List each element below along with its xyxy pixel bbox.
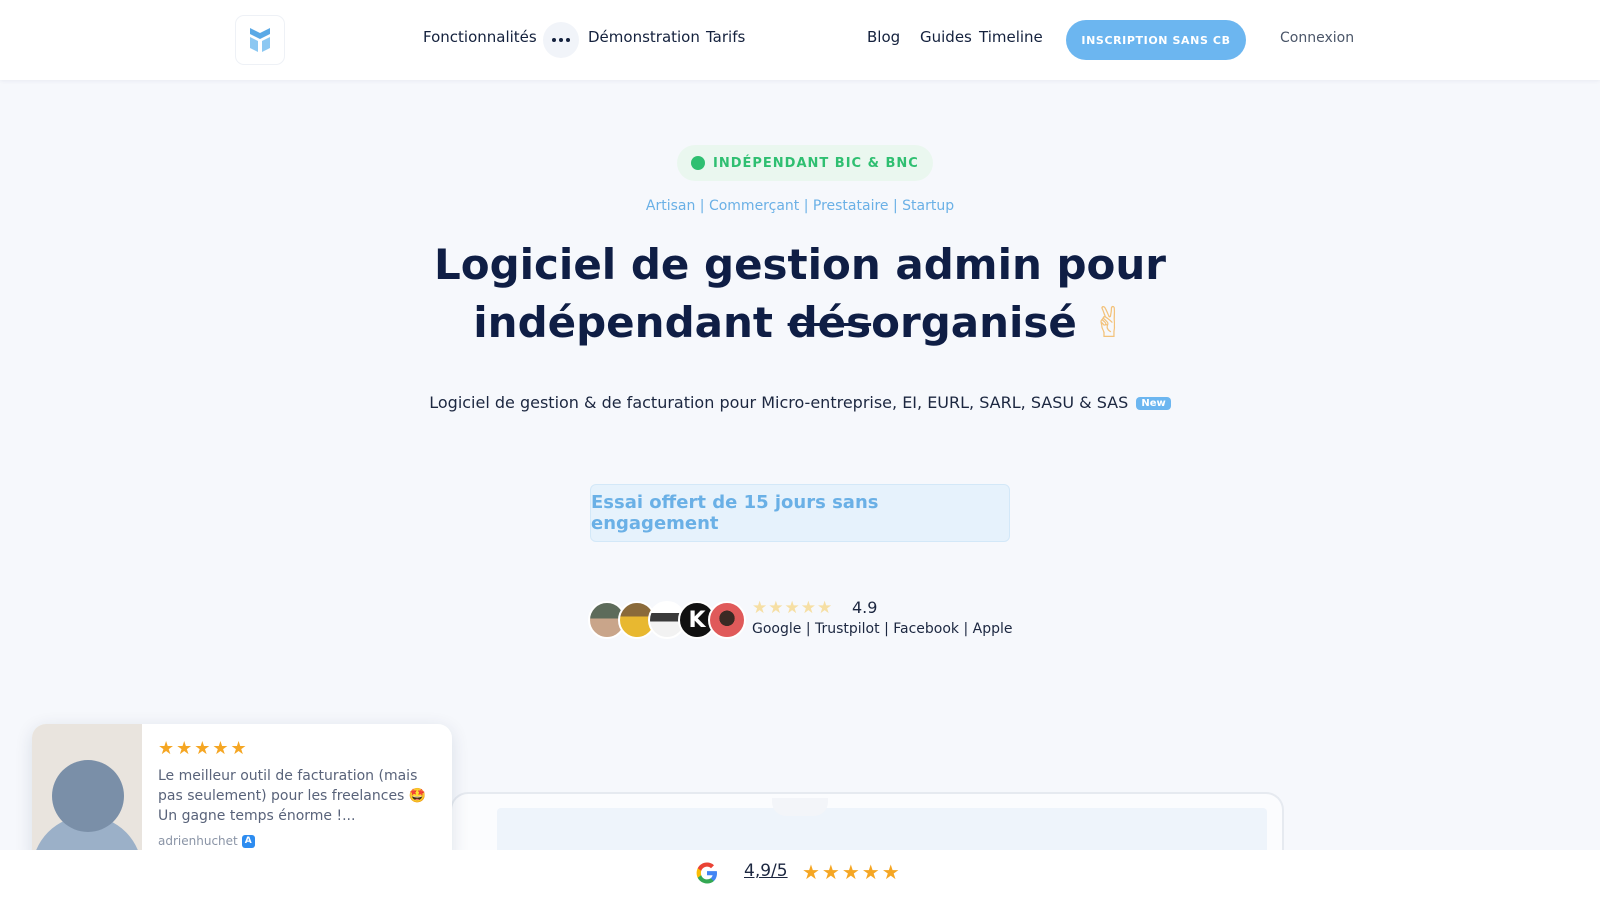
- nav-tarifs[interactable]: Tarifs: [706, 28, 745, 46]
- rating-value: 4.9: [852, 598, 878, 617]
- review-author-name: adrienhuchet: [158, 834, 238, 848]
- logo-icon: [250, 28, 270, 52]
- rating-stars-icon: ★★★★★: [752, 598, 834, 618]
- top-navbar: Fonctionnalités Démonstration Tarifs Blo…: [0, 0, 1600, 80]
- google-icon: [696, 862, 717, 884]
- dot-icon: [559, 38, 563, 42]
- nav-fonctionnalites[interactable]: Fonctionnalités: [423, 28, 537, 46]
- subtitle-text: Logiciel de gestion & de facturation pou…: [429, 393, 1129, 412]
- reviewer-head-shape: [52, 760, 124, 832]
- review-stars-icon: ★★★★★: [158, 738, 249, 759]
- avatar: [708, 601, 746, 639]
- avatar-letter: K: [688, 607, 706, 633]
- logo[interactable]: [236, 16, 284, 64]
- dot-icon: [566, 38, 570, 42]
- rating-sources: Google | Trustpilot | Facebook | Apple: [752, 621, 1013, 637]
- nav-blog[interactable]: Blog: [867, 28, 900, 46]
- title-line-2-prefix: indépendant: [473, 298, 788, 347]
- review-text: Le meilleur outil de facturation (mais p…: [158, 768, 427, 824]
- mockup-notch: [772, 798, 828, 816]
- google-score-link[interactable]: 4,9/5: [744, 861, 788, 881]
- google-stars-icon: ★★★★★: [802, 860, 902, 884]
- nav-guides[interactable]: Guides: [920, 28, 972, 46]
- reviewer-photo: [32, 724, 142, 868]
- login-link[interactable]: Connexion: [1280, 30, 1354, 46]
- signup-button[interactable]: INSCRIPTION SANS CB: [1066, 20, 1246, 60]
- audience-badge: INDÉPENDANT BIC & BNC: [677, 145, 933, 181]
- free-trial-button[interactable]: Essai offert de 15 jours sans engagement: [590, 484, 1010, 542]
- title-strikethrough: dés: [787, 298, 872, 347]
- review-card[interactable]: ★★★★★ Le meilleur outil de facturation (…: [32, 724, 452, 868]
- app-store-icon: A: [241, 834, 255, 848]
- page-title: Logiciel de gestion admin pour indépenda…: [0, 236, 1600, 352]
- new-badge: New: [1136, 397, 1171, 410]
- badge-label: INDÉPENDANT BIC & BNC: [713, 155, 919, 171]
- title-line-1: Logiciel de gestion admin pour: [433, 240, 1167, 289]
- victory-hand-icon: ✌: [1091, 298, 1127, 347]
- title-line-2-suffix: organisé: [871, 298, 1077, 347]
- subtitle: Logiciel de gestion & de facturation pou…: [0, 393, 1600, 412]
- status-dot-icon: [691, 156, 705, 170]
- review-author: adrienhuchet A: [158, 834, 255, 848]
- bottom-rating-bar: [0, 850, 1600, 900]
- dot-icon: [552, 38, 556, 42]
- nav-demonstration[interactable]: Démonstration: [588, 28, 700, 46]
- nav-timeline[interactable]: Timeline: [979, 28, 1043, 46]
- more-menu-button[interactable]: [543, 22, 579, 58]
- categories-line: Artisan | Commerçant | Prestataire | Sta…: [645, 198, 955, 214]
